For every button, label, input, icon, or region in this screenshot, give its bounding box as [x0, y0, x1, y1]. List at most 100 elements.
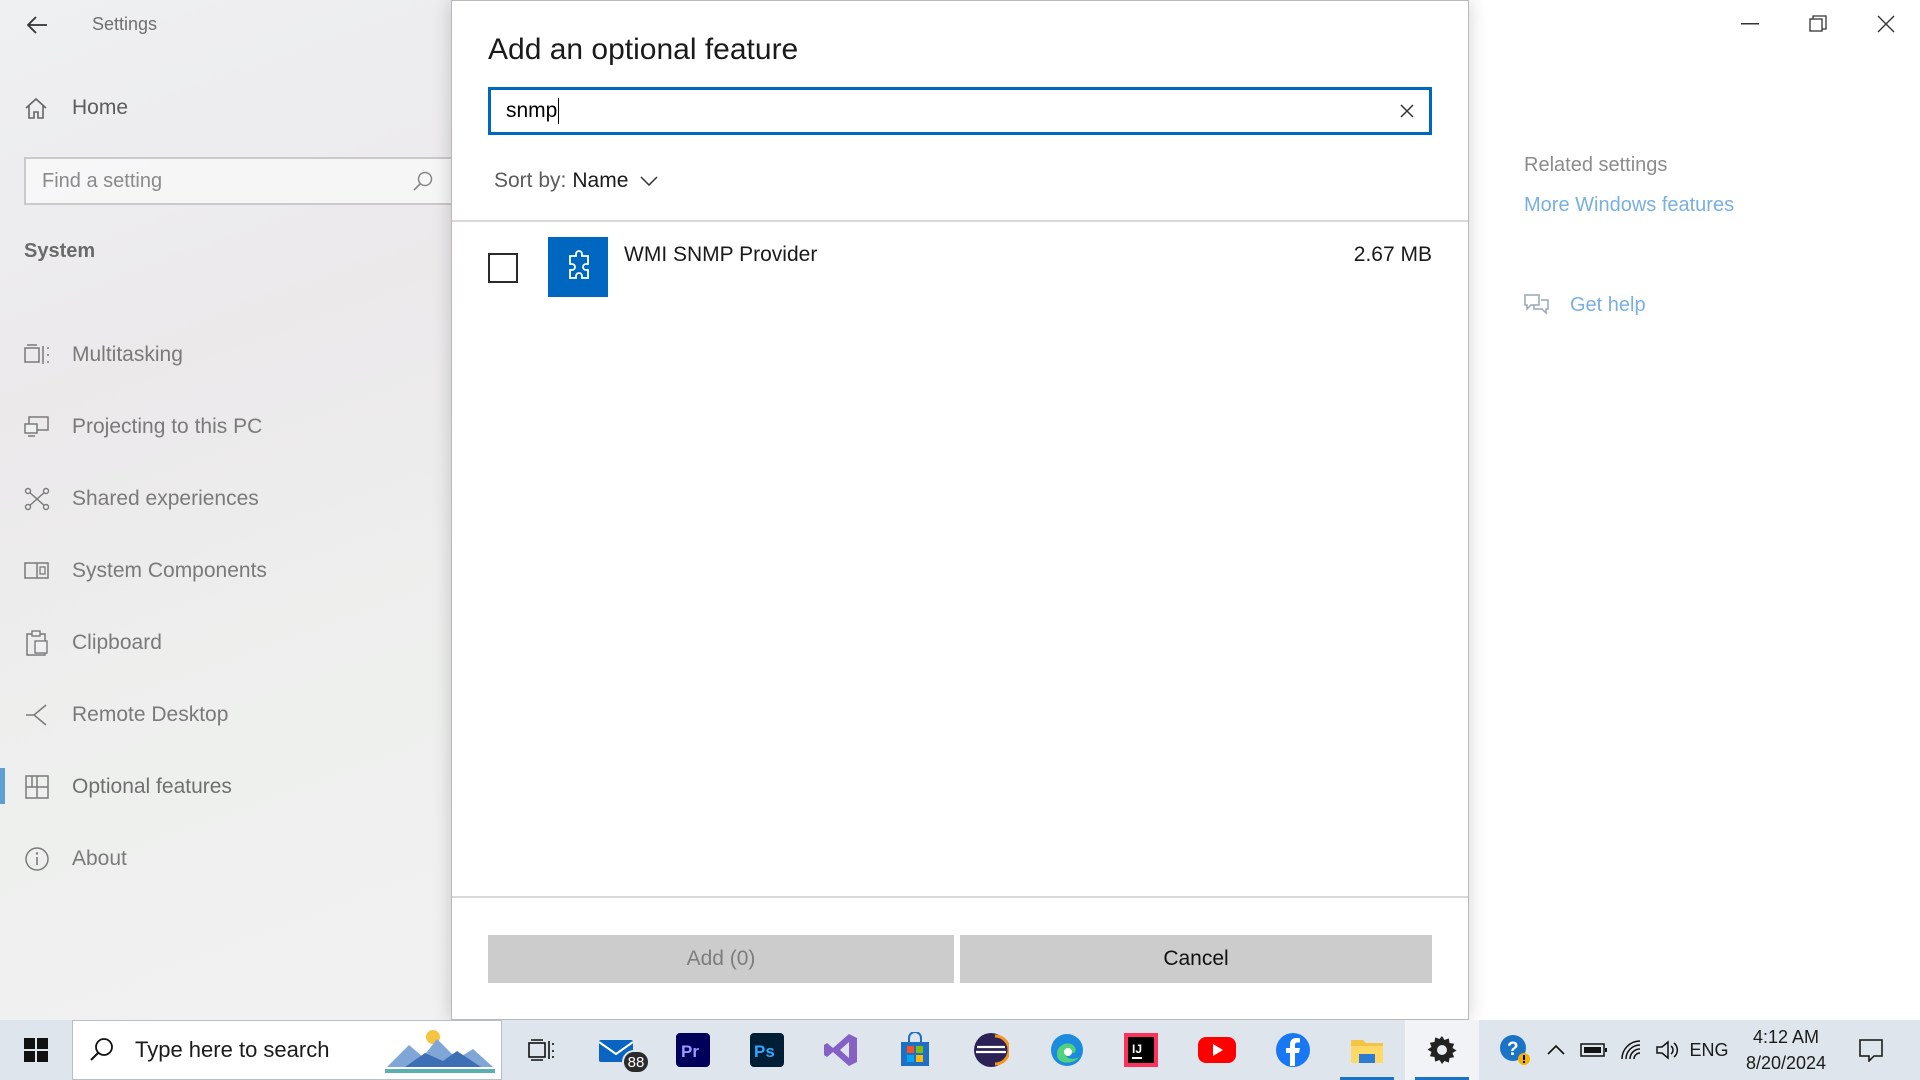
task-view-icon [528, 1039, 554, 1061]
system-components-icon [24, 562, 49, 579]
chevron-down-icon [640, 176, 658, 186]
get-help-link[interactable]: Get help [1522, 292, 1646, 318]
battery-icon [1580, 1043, 1607, 1057]
cancel-button[interactable]: Cancel [960, 935, 1432, 983]
back-arrow-icon [26, 16, 47, 34]
app-title: Settings [92, 14, 158, 34]
restore-button[interactable] [1784, 0, 1852, 48]
sort-dropdown[interactable]: Sort by: Name [494, 169, 658, 193]
settings-app[interactable] [1405, 1020, 1479, 1080]
task-view-button[interactable] [504, 1020, 578, 1080]
nav-item-remote-desktop[interactable]: Remote Desktop [24, 695, 228, 735]
show-hidden-icons-button[interactable] [1540, 1020, 1572, 1080]
youtube-icon [1198, 1037, 1236, 1063]
nav-item-projecting[interactable]: Projecting to this PC [24, 407, 262, 447]
close-icon [1877, 15, 1895, 33]
nav-item-label: Remote Desktop [72, 703, 229, 726]
footer-divider [452, 896, 1468, 898]
taskbar-search-box[interactable]: Type here to search [72, 1020, 502, 1080]
sort-label: Sort by: [494, 169, 567, 192]
eclipse-app[interactable] [954, 1020, 1028, 1080]
battery-button[interactable] [1574, 1020, 1614, 1080]
nav-item-multitasking[interactable]: Multitasking [24, 335, 183, 375]
feature-search-input[interactable]: snmp [488, 87, 1432, 135]
find-setting-input[interactable]: Find a setting [24, 157, 454, 205]
volume-button[interactable] [1650, 1020, 1686, 1080]
wifi-icon [1621, 1040, 1641, 1060]
intellij-app[interactable]: IJ [1104, 1020, 1178, 1080]
input-language-indicator[interactable]: ENG [1686, 1020, 1732, 1080]
list-divider [452, 220, 1468, 222]
facebook-app[interactable] [1256, 1020, 1330, 1080]
selected-nav-indicator [0, 768, 5, 804]
visual-studio-app[interactable] [804, 1020, 878, 1080]
chevron-up-icon [1547, 1044, 1565, 1055]
help-tray-button[interactable]: ? [1490, 1020, 1540, 1080]
clock-date: 8/20/2024 [1745, 1053, 1827, 1073]
add-optional-feature-dialog: Add an optional feature snmp Sort by: Na… [451, 0, 1469, 1020]
file-explorer-app[interactable] [1330, 1020, 1404, 1080]
add-button[interactable]: Add (0) [488, 935, 954, 983]
nav-item-label: Multitasking [72, 343, 183, 366]
facebook-icon [1276, 1033, 1310, 1067]
puzzle-icon [569, 250, 589, 279]
nav-item-about[interactable]: About [24, 839, 127, 879]
sort-value: Name [572, 169, 629, 192]
microsoft-store-icon [901, 1032, 929, 1066]
search-icon [413, 171, 433, 191]
nav-item-label: Clipboard [72, 631, 162, 654]
microsoft-store-app[interactable] [878, 1020, 952, 1080]
help-tray-icon: ? [1500, 1035, 1530, 1065]
projecting-icon [24, 416, 49, 437]
photoshop-icon: Ps [750, 1033, 784, 1067]
get-help-label: Get help [1570, 293, 1646, 316]
feature-name: WMI SNMP Provider [624, 243, 818, 266]
back-button[interactable] [18, 10, 56, 40]
shared-experiences-icon [24, 487, 50, 511]
nav-item-label: System Components [72, 559, 267, 582]
nav-home-label: Home [72, 96, 129, 119]
feature-checkbox[interactable] [488, 253, 518, 283]
nav-item-label: Optional features [72, 775, 232, 798]
svg-text:IJ: IJ [1132, 1042, 1142, 1056]
edge-icon [1051, 1034, 1083, 1066]
nav-item-label: Shared experiences [72, 487, 259, 510]
nav-item-shared-experiences[interactable]: Shared experiences [24, 479, 259, 519]
clear-search-button[interactable] [1393, 97, 1421, 125]
feature-list-item[interactable]: WMI SNMP Provider 2.67 MB [488, 235, 1432, 299]
network-button[interactable] [1614, 1020, 1650, 1080]
premiere-pro-app[interactable]: Pr [656, 1020, 730, 1080]
svg-text:?: ? [1507, 1039, 1519, 1060]
svg-text:Pr: Pr [681, 1042, 699, 1061]
window-controls [1716, 0, 1920, 48]
clock-time: 4:12 AM [1752, 1027, 1820, 1047]
taskbar: Type here to search 88 Pr Ps IJ ? ENG 4:… [0, 1020, 1920, 1080]
close-window-button[interactable] [1852, 0, 1920, 48]
multitasking-icon [24, 344, 49, 364]
nav-item-optional-features[interactable]: Optional features [24, 767, 232, 807]
nav-item-clipboard[interactable]: Clipboard [24, 623, 162, 663]
taskbar-clock[interactable]: 4:12 AM 8/20/2024 [1730, 1024, 1842, 1076]
nav-home[interactable]: Home [24, 96, 128, 120]
photoshop-app[interactable]: Ps [730, 1020, 804, 1080]
optional-features-icon [25, 775, 49, 799]
minimize-icon [1741, 23, 1759, 25]
start-button[interactable] [0, 1020, 72, 1080]
action-center-button[interactable] [1846, 1020, 1896, 1080]
restore-icon [1809, 15, 1827, 32]
chat-help-icon [1524, 294, 1549, 315]
nav-item-label: Projecting to this PC [72, 415, 263, 438]
youtube-app[interactable] [1180, 1020, 1254, 1080]
nav-item-label: About [72, 847, 127, 870]
related-settings-title: Related settings [1524, 154, 1668, 176]
nav-item-system-components[interactable]: System Components [24, 551, 267, 591]
edge-app[interactable] [1030, 1020, 1104, 1080]
mail-app[interactable]: 88 [580, 1020, 654, 1080]
folder-icon [1351, 1040, 1383, 1063]
search-highlight-illustration-icon [385, 1030, 495, 1073]
more-windows-features-link[interactable]: More Windows features [1524, 194, 1734, 217]
minimize-button[interactable] [1716, 0, 1784, 48]
search-query-text: snmp [506, 99, 558, 122]
find-setting-placeholder: Find a setting [42, 169, 163, 192]
info-icon [25, 847, 49, 871]
